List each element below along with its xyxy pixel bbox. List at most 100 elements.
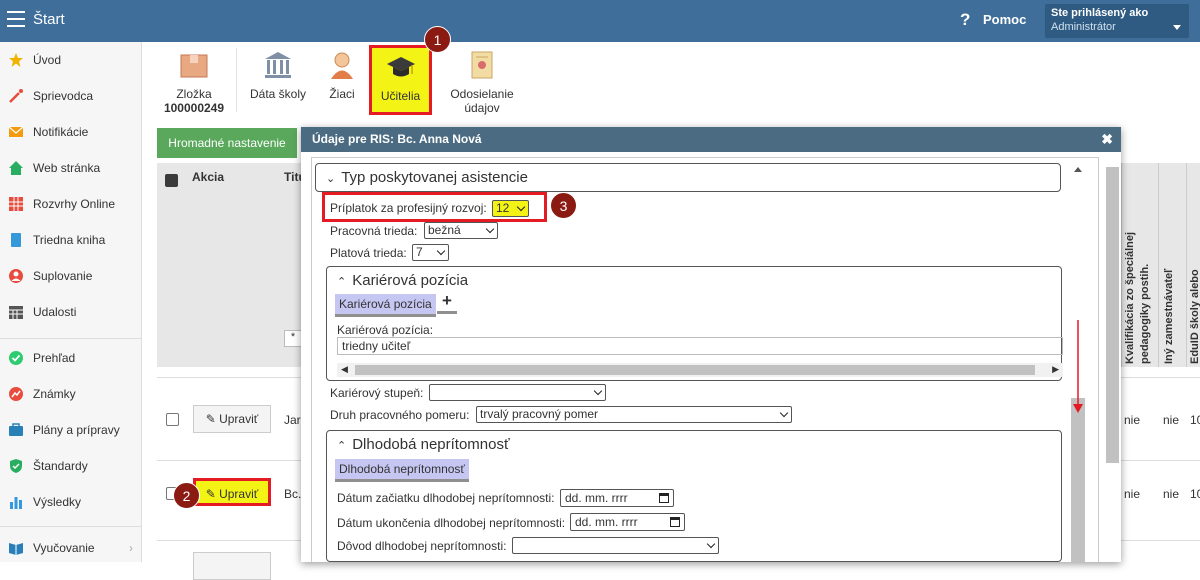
chart-icon xyxy=(9,387,23,401)
scrollbar-thumb[interactable] xyxy=(355,365,1035,375)
callout-badge-2: 2 xyxy=(173,482,200,509)
sidebar-item-label: Suplovanie xyxy=(33,269,93,283)
sidebar: Úvod Sprievodca Notifikácie Web stránka … xyxy=(0,42,142,562)
students-button[interactable]: Žiaci xyxy=(322,46,362,101)
modal-body: ⌄ Typ poskytovanej asistencie Príplatok z… xyxy=(311,157,1099,562)
school-data-button[interactable]: Dáta školy xyxy=(246,46,310,101)
module-toolbar: Zložka 100000249 Dáta školy Žiaci Učitel… xyxy=(142,42,1200,122)
book-icon xyxy=(11,233,21,247)
sidebar-item-triedna-kniha[interactable]: Triedna kniha xyxy=(0,222,141,258)
add-career-icon[interactable]: + xyxy=(437,291,457,314)
sidebar-item-znamky[interactable]: Známky xyxy=(0,376,141,412)
column-header-action: Akcia xyxy=(192,170,225,184)
long-absence-title[interactable]: ⌃ Dlhodobá neprítomnosť xyxy=(337,436,510,453)
calendar-icon[interactable] xyxy=(659,493,669,503)
absence-start-input[interactable]: dd. mm. rrrr xyxy=(560,489,674,507)
sidebar-item-vyucovanie[interactable]: Vyučovanie › xyxy=(0,530,141,566)
row-eduid: 10 xyxy=(1190,413,1200,427)
sidebar-item-label: Plány a prípravy xyxy=(33,423,120,437)
professional-development-select[interactable]: 12 xyxy=(492,200,529,217)
folder-button[interactable]: Zložka 100000249 xyxy=(162,46,226,115)
background-scrollbar-thumb[interactable] xyxy=(1106,167,1119,463)
professional-development-label: Príplatok za profesijný rozvoj: xyxy=(330,201,487,215)
long-absence-panel: ⌃ Dlhodobá neprítomnosť Dlhodobá neprítom… xyxy=(326,430,1062,562)
book-open-icon xyxy=(9,543,23,555)
sidebar-item-vysledky[interactable]: Výsledky xyxy=(0,484,141,520)
help-link[interactable]: Pomoc xyxy=(983,12,1026,27)
edit-button-partial[interactable] xyxy=(193,552,271,580)
career-position-input[interactable]: triedny učiteľ xyxy=(337,337,1063,355)
sidebar-item-prehlad[interactable]: Prehľad xyxy=(0,340,141,376)
salary-class-label: Platová trieda: xyxy=(330,246,407,260)
hamburger-menu-icon[interactable] xyxy=(7,11,25,27)
column-divider xyxy=(1186,163,1187,367)
grid-icon xyxy=(9,197,23,211)
modal-title: Údaje pre RIS: Bc. Anna Nová xyxy=(312,132,482,146)
calendar-icon xyxy=(9,306,23,319)
sidebar-item-plany[interactable]: Plány a prípravy xyxy=(0,412,141,448)
career-field-label: Kariérová pozícia: xyxy=(337,323,434,337)
work-class-select[interactable]: bežná xyxy=(424,222,498,239)
horizontal-scrollbar[interactable]: ◀ ▶ xyxy=(337,363,1063,377)
absence-reason-select[interactable] xyxy=(512,537,719,554)
career-level-select[interactable] xyxy=(429,384,606,401)
chevron-right-icon: › xyxy=(129,541,133,555)
box-icon xyxy=(180,54,208,78)
help-icon[interactable]: ? xyxy=(960,10,970,30)
salary-class-select[interactable]: 7 xyxy=(412,244,449,261)
absence-end-input[interactable]: dd. mm. rrrr xyxy=(570,513,685,531)
column-divider xyxy=(1121,163,1122,367)
teachers-button[interactable]: Učitelia xyxy=(369,45,432,115)
row-checkbox[interactable] xyxy=(166,413,179,426)
close-icon[interactable]: ✖ xyxy=(1101,131,1113,148)
filter-input[interactable]: * xyxy=(284,330,302,347)
sidebar-item-notifikacie[interactable]: Notifikácie xyxy=(0,114,141,150)
career-position-panel: ⌃ Kariérová pozícia Kariérová pozícia + K… xyxy=(326,266,1063,381)
scrollbar-thumb[interactable] xyxy=(1071,398,1085,562)
sidebar-item-web-stranka[interactable]: Web stránka xyxy=(0,150,141,186)
send-data-button[interactable]: Odosielanie údajov xyxy=(447,46,517,115)
sidebar-item-label: Známky xyxy=(33,387,76,401)
mass-settings-button[interactable]: Hromadné nastavenie xyxy=(157,128,297,158)
sidebar-item-standardy[interactable]: Štandardy xyxy=(0,448,141,484)
app-title[interactable]: Štart xyxy=(33,11,65,28)
person-icon xyxy=(9,269,23,283)
edit-button-highlighted[interactable]: ✎ Upraviť xyxy=(193,478,271,506)
callout-badge-1: 1 xyxy=(424,26,451,53)
building-icon xyxy=(265,52,291,78)
sidebar-item-udalosti[interactable]: Udalosti xyxy=(0,294,141,330)
edit-button[interactable]: ✎ Upraviť xyxy=(193,405,271,433)
sidebar-item-label: Web stránka xyxy=(33,161,101,175)
tab-long-absence[interactable]: Dlhodobá neprítomnosť xyxy=(335,459,469,482)
scroll-up-icon[interactable] xyxy=(1074,167,1082,172)
sidebar-item-suplovanie[interactable]: Suplovanie xyxy=(0,258,141,294)
ris-data-modal: Údaje pre RIS: Bc. Anna Nová ✖ ⌄ Typ posk… xyxy=(301,127,1121,562)
graduation-cap-icon xyxy=(386,57,415,77)
career-position-title[interactable]: ⌃ Kariérová pozícia xyxy=(337,272,468,289)
edit-label: Upraviť xyxy=(219,412,259,426)
employment-type-select[interactable]: trvalý pracovný pomer xyxy=(476,406,792,423)
column-header-other-employer: Iný zamestnávateľ xyxy=(1163,268,1175,364)
assistance-type-panel[interactable]: ⌄ Typ poskytovanej asistencie xyxy=(315,163,1061,192)
select-all-checkbox[interactable] xyxy=(165,174,178,187)
sidebar-item-sprievodca[interactable]: Sprievodca xyxy=(0,78,141,114)
sidebar-item-label: Rozvrhy Online xyxy=(33,197,116,211)
envelope-icon xyxy=(8,126,24,137)
edit-icon: ✎ xyxy=(205,412,220,426)
sidebar-item-uvod[interactable]: Úvod xyxy=(0,42,141,78)
employment-type-label: Druh pracovného pomeru: xyxy=(330,408,470,422)
sidebar-item-label: Prehľad xyxy=(33,351,76,365)
student-icon xyxy=(331,52,353,79)
scroll-left-icon[interactable]: ◀ xyxy=(341,364,348,375)
row-eduid: 10 xyxy=(1190,487,1200,501)
sidebar-item-label: Vyučovanie xyxy=(33,541,95,555)
column-header-kvalifikacia-2: pedagogiky postih. xyxy=(1139,263,1151,364)
tab-career-position[interactable]: Kariérová pozícia xyxy=(335,294,436,317)
send-data-label-2: údajov xyxy=(464,101,500,115)
user-menu[interactable]: Ste prihlásený ako Administrátor xyxy=(1045,4,1189,38)
column-header-eduid: EduID školy alebo xyxy=(1189,269,1200,364)
scroll-right-icon[interactable]: ▶ xyxy=(1052,364,1059,375)
sidebar-item-rozvrhy[interactable]: Rozvrhy Online xyxy=(0,186,141,222)
calendar-icon[interactable] xyxy=(670,517,680,527)
assistance-type-title: ⌄ Typ poskytovanej asistencie xyxy=(326,169,528,186)
